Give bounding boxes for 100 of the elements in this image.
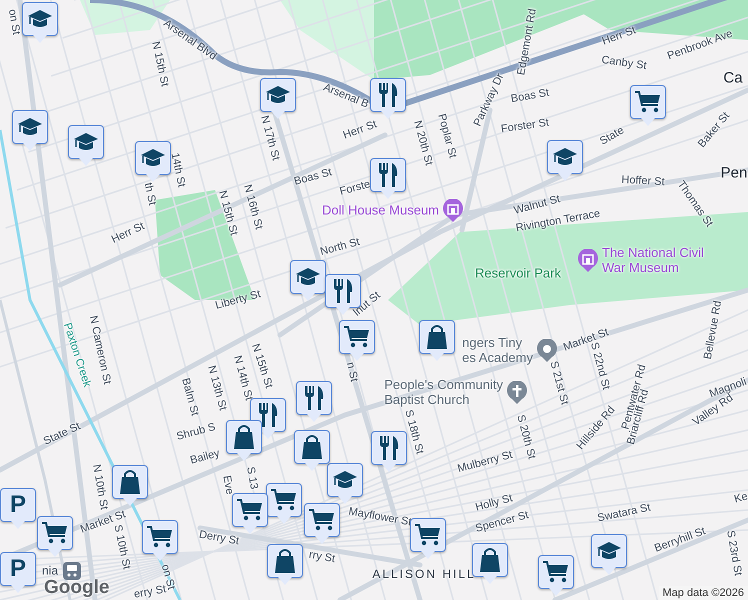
shopping-cart-icon (542, 560, 570, 584)
museum-icon[interactable] (577, 249, 599, 273)
graduation-cap-icon (17, 117, 43, 137)
graduation-cap-icon (27, 9, 53, 29)
street-label: erry St (133, 583, 167, 600)
cart-marker[interactable] (232, 493, 268, 535)
school-marker[interactable] (547, 140, 583, 182)
school-marker[interactable] (12, 110, 48, 152)
street-label: N 13th St (205, 364, 229, 412)
graduation-cap-icon (73, 132, 99, 152)
fork-knife-icon (378, 435, 400, 461)
place-label[interactable]: The National Civil War Museum (602, 245, 704, 275)
place-pin-icon[interactable] (536, 339, 558, 363)
shopping-bag-icon (233, 424, 255, 450)
school-marker[interactable] (591, 534, 627, 576)
street-label: S 18th St (402, 408, 426, 456)
shopping-cart-icon (236, 498, 264, 522)
street-label: Forste (338, 178, 372, 198)
street-label: North St (318, 236, 362, 258)
cart-marker[interactable] (304, 503, 340, 545)
graduation-cap-icon (140, 148, 166, 168)
street-label: on St (6, 8, 22, 36)
shopping-cart-icon (41, 521, 69, 545)
street-label: Derry St (198, 528, 240, 548)
place-label[interactable]: Doll House Museum (322, 202, 439, 218)
cross-icon[interactable] (506, 381, 528, 405)
street-label: S 13 (244, 466, 260, 490)
cart-marker[interactable] (630, 85, 666, 127)
street-label: State St (42, 420, 82, 448)
shopping-bag-icon (301, 434, 323, 460)
shopping-marker[interactable] (294, 430, 330, 472)
graduation-cap-icon (265, 85, 291, 105)
street-label: N 15th St (149, 40, 171, 88)
shopping-marker[interactable] (267, 544, 303, 586)
shopping-cart-icon (634, 90, 662, 114)
fork-knife-icon (332, 278, 354, 304)
street-label: N 16th St (241, 183, 265, 231)
street-label: Mayflower St (348, 506, 412, 528)
cart-marker[interactable] (410, 518, 446, 560)
shopping-marker[interactable] (472, 543, 508, 585)
street-label: Herr St (110, 220, 146, 246)
fork-knife-icon (377, 162, 399, 188)
shopping-marker[interactable] (112, 465, 148, 507)
graduation-cap-icon (552, 147, 578, 167)
street-label: Boas St (510, 86, 550, 106)
street-label: S 23rd St (724, 529, 744, 577)
school-marker[interactable] (135, 141, 171, 183)
street-label: S 10th St (111, 524, 133, 570)
restaurant-marker[interactable] (296, 381, 332, 423)
street-label: State (598, 124, 626, 148)
cart-marker[interactable] (142, 520, 178, 562)
shopping-cart-icon (414, 523, 442, 547)
shopping-bag-icon (274, 548, 296, 574)
school-marker[interactable] (22, 2, 58, 44)
cart-marker[interactable] (339, 320, 375, 362)
street-label: Mulberry St (456, 448, 514, 476)
street-label: N 10th St (90, 463, 110, 511)
graduation-cap-icon (596, 541, 622, 561)
park-label: Reservoir Park (475, 266, 561, 280)
street-label: N 17th St (258, 114, 282, 162)
cart-marker[interactable] (37, 516, 73, 558)
graduation-cap-icon (332, 470, 358, 490)
street-label: Canby St (600, 54, 648, 72)
restaurant-marker[interactable] (371, 431, 407, 473)
school-marker[interactable] (68, 125, 104, 167)
street-label: Herr St (342, 118, 378, 142)
station-label[interactable]: nia (42, 564, 58, 578)
town-label: Pen (720, 164, 748, 182)
cart-marker[interactable] (538, 555, 574, 597)
street-label: Eve (220, 474, 236, 496)
fork-knife-icon (377, 82, 399, 108)
graduation-cap-icon (295, 267, 321, 287)
street-label: Edgemont Rd (515, 8, 539, 76)
shopping-marker[interactable] (226, 420, 262, 462)
street-label: Walnut St (512, 193, 562, 217)
street-label: th St (142, 182, 158, 206)
shopping-cart-icon (343, 325, 371, 349)
shopping-cart-icon (146, 525, 174, 549)
street-label: Poplar St (435, 112, 459, 160)
shopping-marker[interactable] (419, 320, 455, 362)
street-label: 14th St (168, 152, 188, 188)
street-label: S 20th St (514, 414, 538, 460)
town-label: Ca (723, 70, 743, 86)
shopping-cart-icon (308, 508, 336, 532)
place-label[interactable]: ngers Tiny es Academy (462, 335, 533, 365)
street-label: rry St (308, 548, 336, 566)
street-label: Forster St (500, 116, 550, 136)
cart-marker[interactable] (266, 483, 302, 525)
street-label: n St (344, 361, 360, 383)
street-label: S 21st St (547, 360, 571, 406)
shopping-bag-icon (426, 324, 448, 350)
restaurant-marker[interactable] (370, 158, 406, 200)
school-marker[interactable] (290, 260, 326, 302)
place-label[interactable]: People's Community Baptist Church (384, 377, 503, 407)
school-marker[interactable] (327, 463, 363, 505)
fork-knife-icon (303, 385, 325, 411)
google-logo: Google (44, 577, 110, 599)
restaurant-marker[interactable] (370, 78, 406, 120)
street-label: Shrub S (175, 421, 217, 443)
museum-icon[interactable] (442, 199, 464, 223)
